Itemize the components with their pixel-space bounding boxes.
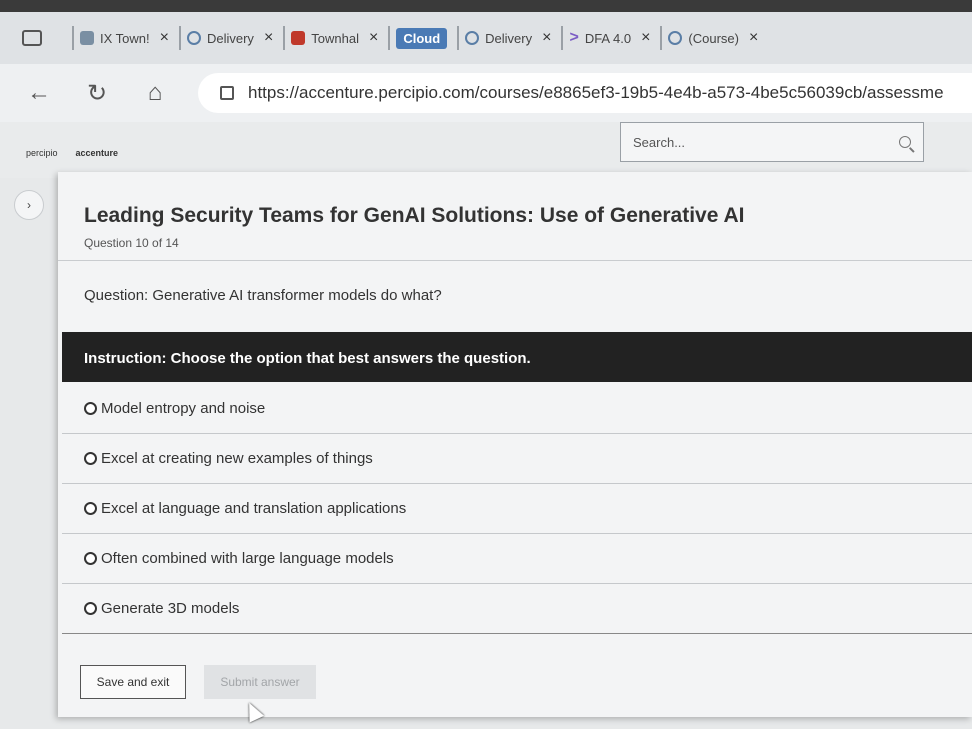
tab-label: Delivery: [206, 30, 254, 46]
reload-icon[interactable]: ↻: [82, 79, 112, 108]
answer-option[interactable]: Excel at creating new examples of things: [62, 434, 972, 484]
option-label: Generate 3D models: [101, 600, 240, 617]
tab-delivery-2[interactable]: Delivery ×: [457, 26, 561, 50]
save-and-exit-button[interactable]: Save and exit: [80, 665, 186, 699]
navigation-bar: ← ↻ ⌂ https://accenture.percipio.com/cou…: [0, 64, 972, 122]
radio-button[interactable]: [84, 602, 97, 615]
red-icon: [291, 31, 306, 45]
expand-sidebar-button[interactable]: ›: [14, 190, 44, 220]
submit-answer-button[interactable]: Submit answer: [204, 665, 316, 699]
option-label: Model entropy and noise: [101, 400, 266, 417]
option-label: Excel at language and translation applic…: [101, 500, 407, 517]
close-icon[interactable]: ×: [160, 29, 169, 47]
back-arrow-icon[interactable]: ←: [24, 79, 54, 107]
close-icon[interactable]: ×: [542, 29, 551, 47]
address-bar[interactable]: https://accenture.percipio.com/courses/e…: [198, 73, 972, 113]
close-icon[interactable]: ×: [749, 29, 758, 47]
close-icon[interactable]: ×: [369, 29, 378, 47]
radio-button[interactable]: [84, 402, 97, 415]
radio-button[interactable]: [84, 502, 97, 515]
question-text: Question: Generative AI transformer mode…: [84, 287, 442, 304]
percipio-logo[interactable]: percipio: [26, 148, 58, 158]
tab-townhall[interactable]: Townhal ×: [283, 26, 388, 50]
tab-ix-town[interactable]: IX Town! ×: [72, 26, 179, 50]
answer-option[interactable]: Model entropy and noise: [62, 384, 972, 434]
divider: [58, 260, 972, 261]
url-text: https://accenture.percipio.com/courses/e…: [248, 83, 944, 102]
tab-label: IX Town!: [100, 30, 150, 46]
w-logo-icon: [186, 31, 201, 45]
browser-window: IX Town! × Delivery × Townhal × Cloud De…: [0, 12, 972, 729]
logos: percipio accenture: [26, 148, 118, 158]
option-label: Often combined with large language model…: [101, 550, 394, 567]
tab-label: DFA 4.0: [584, 30, 632, 46]
tab-label: Delivery: [485, 30, 533, 46]
quiz-card: Leading Security Teams for GenAI Solutio…: [58, 172, 972, 717]
tab-course[interactable]: (Course) ×: [660, 26, 768, 50]
radio-button[interactable]: [84, 452, 97, 465]
tab-dfa[interactable]: > DFA 4.0 ×: [561, 26, 660, 50]
tab-label: Townhal: [311, 30, 359, 46]
tab-strip: IX Town! × Delivery × Townhal × Cloud De…: [0, 12, 972, 64]
answer-option[interactable]: Often combined with large language model…: [62, 534, 972, 584]
window-icon[interactable]: [22, 30, 42, 46]
home-icon[interactable]: ⌂: [140, 79, 170, 107]
cloud-chip: Cloud: [396, 27, 448, 49]
search-placeholder: Search...: [633, 134, 686, 150]
people-icon: [80, 31, 94, 45]
radio-button[interactable]: [84, 552, 97, 565]
close-icon[interactable]: ×: [641, 29, 650, 47]
tab-cloud[interactable]: Cloud: [388, 26, 457, 50]
answer-option[interactable]: Excel at language and translation applic…: [62, 484, 972, 534]
lock-icon[interactable]: [220, 86, 234, 100]
accenture-logo[interactable]: accenture: [76, 148, 119, 158]
w-logo-icon: [465, 31, 480, 45]
w-logo-icon: [668, 31, 683, 45]
search-icon[interactable]: [899, 136, 911, 148]
answer-option[interactable]: Generate 3D models: [62, 584, 972, 634]
search-input[interactable]: Search...: [620, 122, 924, 162]
instruction-banner: Instruction: Choose the option that best…: [62, 332, 972, 382]
close-icon[interactable]: ×: [264, 29, 273, 47]
tab-label: (Course): [688, 30, 739, 46]
page-header: percipio accenture Search...: [0, 122, 972, 178]
question-counter: Question 10 of 14: [84, 236, 179, 250]
option-label: Excel at creating new examples of things: [101, 450, 373, 467]
page-title: Leading Security Teams for GenAI Solutio…: [84, 204, 745, 227]
arrow-icon: >: [569, 29, 579, 46]
tab-delivery[interactable]: Delivery ×: [178, 26, 283, 50]
